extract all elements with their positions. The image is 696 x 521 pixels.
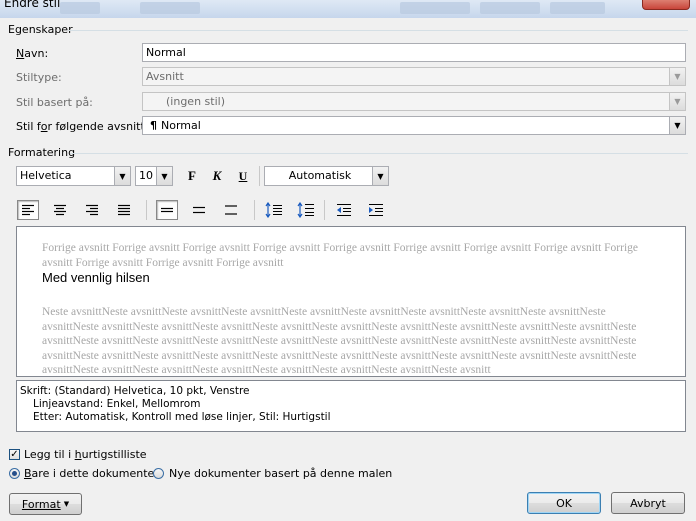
group-title-egenskaper: Egenskaper bbox=[8, 23, 73, 36]
ok-button[interactable]: OK bbox=[527, 492, 601, 514]
italic-button[interactable]: K bbox=[206, 166, 228, 186]
font-value: Helvetica bbox=[20, 169, 72, 182]
font-select[interactable]: Helvetica ▼ bbox=[16, 166, 131, 186]
based-on-label: Stil basert på: bbox=[16, 96, 93, 109]
background-toolbar-ghost bbox=[60, 2, 100, 14]
toolbar-separator bbox=[146, 200, 147, 220]
caret-down-icon: ▼ bbox=[63, 500, 70, 508]
increase-indent-icon bbox=[369, 204, 383, 216]
align-right-icon bbox=[86, 204, 98, 216]
group-divider bbox=[68, 30, 688, 31]
new-documents-radio[interactable] bbox=[153, 468, 164, 479]
style-type-label: Stiltype: bbox=[16, 71, 62, 84]
close-window-button[interactable] bbox=[642, 0, 690, 10]
decrease-indent-button[interactable] bbox=[333, 200, 355, 220]
following-style-label: Stil for følgende avsnitt: bbox=[16, 120, 149, 133]
justify-icon bbox=[118, 204, 130, 216]
font-color-value: Automatisk bbox=[288, 169, 352, 182]
align-left-icon bbox=[22, 204, 34, 216]
decrease-indent-icon bbox=[337, 204, 351, 216]
align-right-button[interactable] bbox=[81, 200, 103, 220]
toolbar-separator bbox=[254, 200, 255, 220]
decrease-spacing-before-button[interactable] bbox=[295, 200, 317, 220]
description-font-line: Skrift: (Standard) Helvetica, 10 pkt, Ve… bbox=[20, 385, 250, 397]
format-menu-button[interactable]: Format ▼ bbox=[9, 493, 82, 515]
chevron-down-icon: ▼ bbox=[372, 167, 388, 185]
toolbar-separator bbox=[324, 200, 325, 220]
chevron-down-icon: ▼ bbox=[669, 68, 685, 85]
based-on-value: (ingen stil) bbox=[166, 95, 225, 108]
title-bar: Endre stil bbox=[0, 0, 696, 18]
align-center-icon bbox=[54, 204, 66, 216]
cancel-button[interactable]: Avbryt bbox=[611, 492, 685, 514]
font-size-select[interactable]: 10 ▼ bbox=[135, 166, 173, 186]
toolbar-separator bbox=[259, 166, 260, 186]
space-before-icon bbox=[265, 202, 282, 218]
space-after-icon bbox=[297, 202, 314, 218]
increase-indent-button[interactable] bbox=[365, 200, 387, 220]
following-style-value: Normal bbox=[161, 119, 201, 132]
format-button-label: Format bbox=[21, 497, 61, 511]
background-toolbar-ghost bbox=[140, 2, 200, 14]
chevron-down-icon: ▼ bbox=[669, 117, 685, 134]
name-label: Navn: bbox=[16, 47, 49, 60]
description-spacing-line: Linjeavstand: Enkel, Mellomrom bbox=[33, 398, 201, 410]
previous-paragraph-text: Forrige avsnitt Forrige avsnitt Forrige … bbox=[42, 242, 639, 269]
style-type-select[interactable]: Avsnitt ▼ bbox=[142, 67, 686, 86]
one-half-spacing-button[interactable] bbox=[188, 200, 210, 220]
chevron-down-icon: ▼ bbox=[669, 93, 685, 110]
line-spacing-one-half-icon bbox=[193, 206, 205, 214]
align-left-button[interactable] bbox=[17, 200, 39, 220]
description-after-line: Etter: Automatisk, Kontroll med løse lin… bbox=[33, 411, 331, 423]
window-title: Endre stil bbox=[4, 0, 61, 10]
double-spacing-button[interactable] bbox=[220, 200, 242, 220]
line-spacing-double-icon bbox=[225, 205, 237, 215]
background-toolbar-ghost bbox=[480, 2, 540, 14]
background-toolbar-ghost bbox=[400, 2, 470, 14]
new-documents-label: Nye dokumenter basert på denne malen bbox=[169, 467, 393, 480]
underline-button[interactable]: U bbox=[232, 166, 254, 186]
font-color-select[interactable]: Automatisk ▼ bbox=[264, 166, 389, 186]
group-title-formatering: Formatering bbox=[8, 146, 76, 159]
group-divider bbox=[70, 153, 688, 154]
bold-button[interactable]: F bbox=[181, 166, 203, 186]
following-style-select[interactable]: ¶ Normal ▼ bbox=[142, 116, 686, 135]
chevron-down-icon: ▼ bbox=[114, 167, 130, 185]
background-toolbar-ghost bbox=[550, 2, 605, 14]
align-center-button[interactable] bbox=[49, 200, 71, 220]
based-on-select[interactable]: (ingen stil) ▼ bbox=[142, 92, 686, 111]
line-spacing-single-icon bbox=[161, 207, 173, 213]
style-description: Skrift: (Standard) Helvetica, 10 pkt, Ve… bbox=[16, 380, 686, 432]
style-name-input[interactable]: Normal bbox=[142, 43, 686, 62]
add-to-quick-styles-label: Legg til i hurtigstilliste bbox=[24, 448, 147, 461]
only-this-document-label: Bare i dette dokumentet bbox=[24, 467, 159, 480]
chevron-down-icon: ▼ bbox=[156, 167, 172, 185]
style-type-value: Avsnitt bbox=[146, 70, 184, 83]
current-paragraph-text: Med vennlig hilsen bbox=[42, 270, 150, 285]
single-spacing-button[interactable] bbox=[156, 200, 178, 220]
pilcrow-icon: ¶ bbox=[150, 119, 157, 132]
style-preview: Forrige avsnitt Forrige avsnitt Forrige … bbox=[16, 226, 686, 377]
next-paragraph-text: Neste avsnittNeste avsnittNeste avsnittN… bbox=[42, 306, 637, 376]
add-to-quick-styles-checkbox[interactable]: ✓ bbox=[9, 449, 20, 460]
justify-button[interactable] bbox=[113, 200, 135, 220]
only-this-document-radio[interactable] bbox=[9, 468, 20, 479]
font-size-value: 10 bbox=[139, 169, 153, 182]
increase-spacing-before-button[interactable] bbox=[263, 200, 285, 220]
